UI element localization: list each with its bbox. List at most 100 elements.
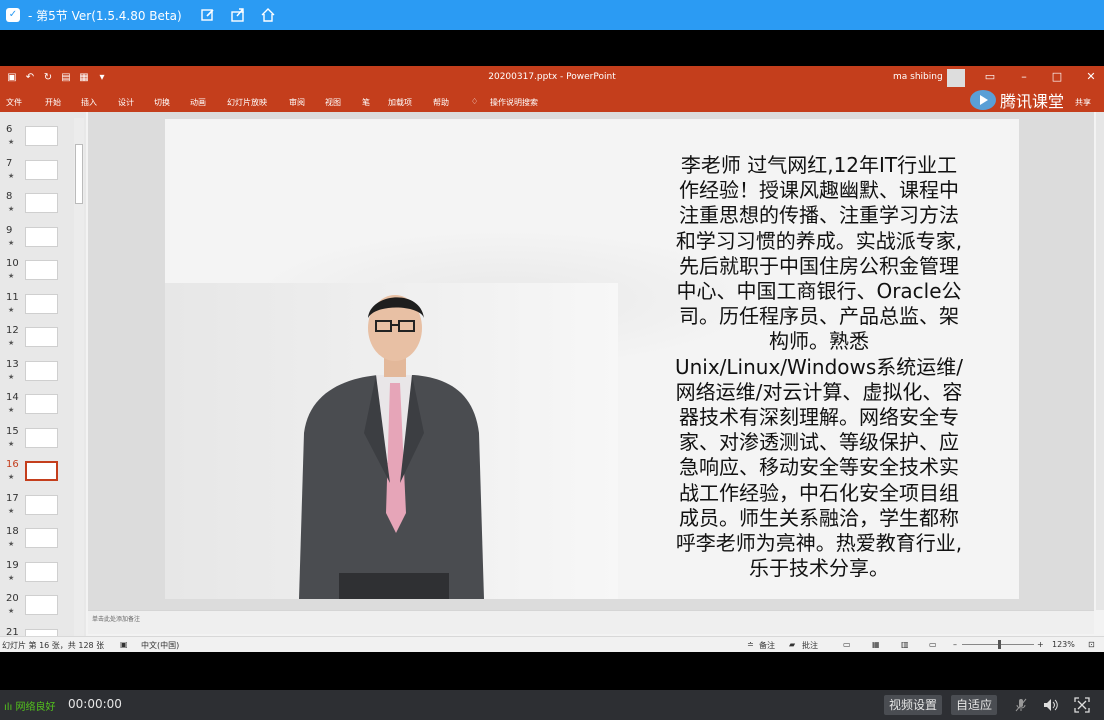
animation-star-icon: ★ [8,339,15,347]
animation-star-icon: ★ [8,506,15,515]
tab-insert[interactable]: 插入 [81,97,97,108]
comments-icon[interactable]: ▰ [789,640,795,649]
fullscreen-icon[interactable] [1072,695,1092,715]
slide-thumbnail-image[interactable] [25,595,58,615]
slide-thumbnail-number: 20 [6,593,19,604]
slide-thumbnail-image[interactable] [25,193,58,213]
video-settings-button[interactable]: 视频设置 [884,695,942,715]
slide-thumbnail-image[interactable] [25,260,58,280]
slide-thumbnail-number: 9 [6,224,13,236]
tab-file[interactable]: 文件 [6,97,22,108]
bio-line: Unix/Linux/Windows系统运维/ [674,354,964,379]
notes-button[interactable]: 备注 [759,640,775,651]
slide-thumbnail-image[interactable] [25,461,58,481]
network-status-label: 网络良好 [15,702,56,713]
close-icon[interactable]: ✕ [1084,70,1098,84]
avatar[interactable] [947,69,965,87]
slide-canvas: 李老师 过气网红,12年IT行业工 作经验！授课风趣幽默、课程中 注重思想的传播、注… [88,112,1094,610]
slide-thumbnail-image[interactable] [25,528,58,548]
tab-transitions[interactable]: 切换 [154,97,170,108]
user-name[interactable]: ma shibing [893,72,943,82]
tab-help[interactable]: 帮助 [433,97,449,108]
tell-me-search[interactable]: 操作说明搜索 [490,97,538,108]
tab-home[interactable]: 开始 [45,97,61,108]
slide-thumbnail-image[interactable] [25,327,58,347]
edit-icon[interactable] [200,7,216,23]
tab-review[interactable]: 审阅 [289,97,305,108]
slide-thumbnail-image[interactable] [25,427,58,448]
slide-thumbnail-image[interactable] [25,293,58,314]
canvas-scrollbar[interactable] [1096,112,1104,610]
spellcheck-icon[interactable]: ▣ [120,640,128,649]
slide-thumbnail-image[interactable] [25,360,58,381]
tab-animations[interactable]: 动画 [190,97,206,108]
slide-thumbnail-number: 11 [6,291,19,303]
tab-pen[interactable]: 笔 [362,97,370,108]
slide-thumbnail-image[interactable] [25,628,58,636]
minimize-icon[interactable]: – [1017,70,1031,84]
slide-thumbnail-number: 7 [6,157,13,169]
app-logo-icon: ✓ [6,8,20,22]
fit-to-window-icon[interactable]: ⊡ [1088,640,1095,649]
bio-line: 急响应、移动安全等安全技术实 [679,455,959,480]
slide-thumbnail-number: 10 [6,258,19,269]
tab-addins[interactable]: 加载项 [388,97,412,108]
ppt-title-bar: ▣ ↶ ↻ ▤ ▦ ▾ 20200317.pptx - PowerPoint m… [0,66,1104,90]
animation-star-icon: ★ [8,406,15,414]
maximize-icon[interactable]: □ [1050,70,1064,84]
screen: ✓ - 第5节 Ver(1.5.4.80 Beta) ▣ ↶ ↻ ▤ ▦ ▾ 2… [0,0,1104,720]
tab-design[interactable]: 设计 [118,97,134,108]
language-indicator[interactable]: 中文(中国) [141,640,179,651]
home-icon[interactable] [260,7,276,23]
share-button[interactable]: 共享 [1075,97,1091,108]
teacher-photo[interactable] [165,283,618,599]
status-bar: 幻灯片 第 16 张，共 128 张 ▣ 中文(中国) ≐ 备注 ▰ 批注 ▭ … [0,636,1104,652]
animation-star-icon: ★ [8,305,15,314]
notes-pane[interactable]: 单击此处添加备注 [88,610,1094,634]
app-title: - 第5节 Ver(1.5.4.80 Beta) [28,8,182,23]
slide-thumbnail-image[interactable] [25,394,58,414]
bio-line: 中心、中国工商银行、Oracle公 [676,279,962,304]
animation-star-icon: ★ [8,439,15,448]
bio-line: 网络运维/对云计算、虚拟化、容 [675,379,963,404]
reading-view-icon[interactable]: ▥ [901,640,909,649]
bio-line: 战工作经验，中石化安全项目组 [679,480,959,505]
slide-thumbnail-image[interactable] [25,226,58,247]
slide-thumbnail-image[interactable] [25,159,58,180]
current-slide[interactable]: 李老师 过气网红,12年IT行业工 作经验！授课风趣幽默、课程中 注重思想的传播、注… [165,119,1019,599]
slide-sorter-icon[interactable]: ▦ [872,640,880,649]
slide-thumbnail-number: 13 [6,358,19,370]
class-timer: 00:00:00 [68,697,122,711]
thumbnail-scrollbar[interactable] [74,118,84,640]
zoom-out-icon[interactable]: – [953,640,957,649]
zoom-slider-knob[interactable] [998,640,1001,649]
thumbnail-scrollbar-thumb[interactable] [75,144,83,204]
zoom-level[interactable]: 123% [1052,640,1075,649]
ribbon-display-icon[interactable]: ▭ [983,70,997,84]
class-control-bar: ılı 网络良好 00:00:00 视频设置 自适应 [0,690,1104,720]
speaker-icon[interactable] [1041,695,1061,715]
ribbon-tabs: 文件 开始 插入 设计 切换 动画 幻灯片放映 审阅 视图 笔 加载项 帮助 ♢… [0,90,1104,112]
microphone-off-icon[interactable] [1011,695,1031,715]
slide-thumbnail-image[interactable] [25,494,58,515]
normal-view-icon[interactable]: ▭ [843,640,851,649]
tab-view[interactable]: 视图 [325,97,341,108]
bio-line: 家、对渗透测试、等级保护、应 [679,430,959,455]
tab-slideshow[interactable]: 幻灯片放映 [227,97,267,108]
animation-star-icon: ★ [8,272,15,280]
comments-button[interactable]: 批注 [802,640,818,651]
slide-thumbnail-image[interactable] [25,561,58,582]
lightbulb-icon: ♢ [471,97,479,106]
slide-thumbnail-image[interactable] [25,126,58,146]
notes-icon[interactable]: ≐ [747,640,754,649]
bio-line: 成员。师生关系融洽，学生都称 [679,505,959,530]
teacher-bio[interactable]: 李老师 过气网红,12年IT行业工 作经验！授课风趣幽默、课程中 注重思想的传播、注… [654,153,984,581]
slide-thumbnail-number: 21 [6,626,19,637]
animation-star-icon: ★ [8,238,15,247]
adaptive-button[interactable]: 自适应 [951,695,997,715]
slideshow-view-icon[interactable]: ▭ [929,640,937,649]
zoom-in-icon[interactable]: + [1037,640,1044,649]
bio-line: 器技术有深刻理解。网络安全专 [679,405,959,430]
share-icon[interactable] [230,7,246,23]
animation-star-icon: ★ [8,573,15,582]
